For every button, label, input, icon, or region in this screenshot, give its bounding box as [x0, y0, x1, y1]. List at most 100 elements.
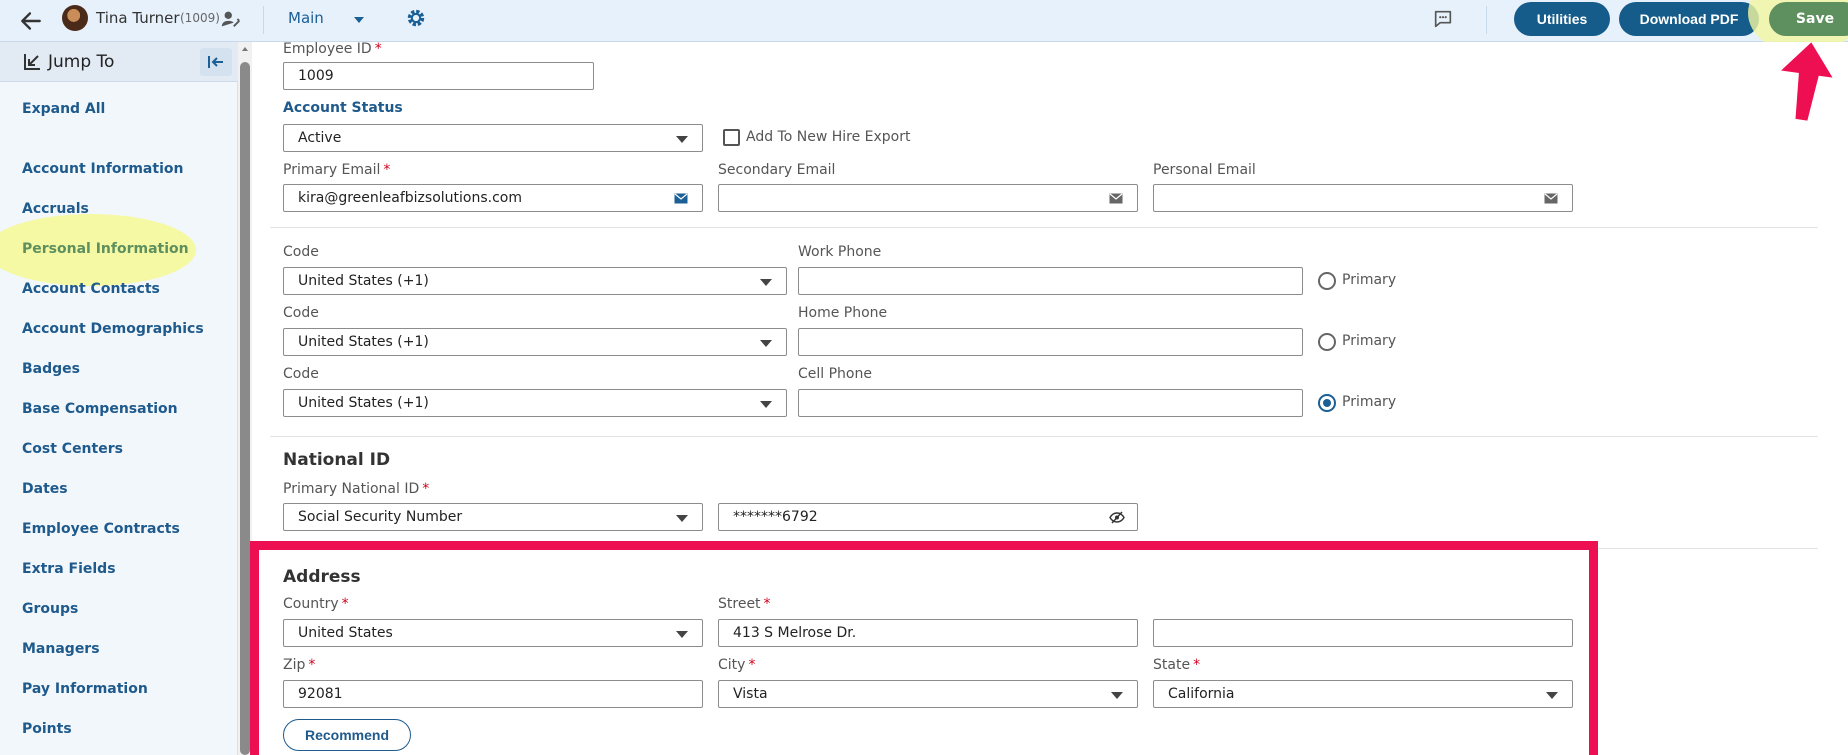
phone-code-label: Code — [283, 305, 319, 321]
zip-label: Zip * — [283, 657, 316, 673]
personal-email-label: Personal Email — [1153, 162, 1256, 178]
sidebar-item-base-compensation[interactable]: Base Compensation — [22, 401, 178, 417]
secondary-email-label: Secondary Email — [718, 162, 836, 178]
sidebar-item-employee-contracts[interactable]: Employee Contracts — [22, 521, 180, 537]
mail-icon[interactable] — [1544, 193, 1558, 204]
national-id-type-select[interactable]: Social Security Number — [283, 503, 703, 531]
state-label: State * — [1153, 657, 1201, 673]
sidebar-item-pay-information[interactable]: Pay Information — [22, 681, 148, 697]
new-hire-export-checkbox[interactable] — [723, 129, 740, 146]
view-selector[interactable]: Main — [288, 9, 324, 27]
save-button[interactable]: Save — [1769, 2, 1848, 36]
street-label: Street * — [718, 596, 771, 612]
home-phone-field[interactable] — [798, 328, 1303, 356]
primary-national-id-label: Primary National ID * — [283, 481, 430, 497]
primary-radio-label: Primary — [1342, 394, 1397, 410]
employee-id-label: Employee ID * — [283, 41, 382, 57]
recommend-button[interactable]: Recommend — [283, 719, 411, 751]
section-divider — [270, 436, 1818, 437]
primary-email-field[interactable]: kira@greenleafbizsolutions.com — [283, 184, 703, 212]
mail-icon[interactable] — [674, 193, 688, 204]
collapse-left-icon — [208, 56, 223, 68]
primary-radio-label: Primary — [1342, 272, 1397, 288]
city-value: Vista — [733, 686, 768, 702]
jump-to-title: Jump To — [48, 52, 115, 72]
sidebar-item-badges[interactable]: Badges — [22, 361, 80, 377]
account-status-label: Account Status — [283, 100, 403, 116]
national-id-value: *******6792 — [733, 509, 818, 525]
avatar — [62, 5, 88, 31]
account-status-select[interactable]: Active — [283, 124, 703, 152]
work-phone-code-select[interactable]: United States (+1) — [283, 267, 787, 295]
national-id-field[interactable]: *******6792 — [718, 503, 1138, 531]
mail-icon[interactable] — [1109, 193, 1123, 204]
caret-down-icon — [760, 279, 772, 286]
utilities-button[interactable]: Utilities — [1514, 2, 1610, 36]
top-bar: Tina Turner (1009) Main Utilities Downlo… — [0, 0, 1848, 54]
caret-down-icon — [760, 340, 772, 347]
address-highlight-box — [250, 541, 1598, 755]
sidebar-item-managers[interactable]: Managers — [22, 641, 100, 657]
expand-all-link[interactable]: Expand All — [22, 101, 105, 117]
caret-down-icon — [676, 515, 688, 522]
primary-email-value: kira@greenleafbizsolutions.com — [298, 190, 522, 206]
toolbar-divider — [1486, 6, 1487, 34]
country-label: Country * — [283, 596, 349, 612]
cell-phone-label: Cell Phone — [798, 366, 872, 382]
sidebar-item-extra-fields[interactable]: Extra Fields — [22, 561, 116, 577]
sidebar-item-points[interactable]: Points — [22, 721, 72, 737]
personal-email-field[interactable] — [1153, 184, 1573, 212]
collapse-sidebar-button[interactable] — [200, 48, 232, 76]
phone-code-label: Code — [283, 366, 319, 382]
new-hire-export-label: Add To New Hire Export — [746, 129, 911, 145]
home-phone-primary-radio[interactable] — [1318, 333, 1336, 351]
national-id-type-value: Social Security Number — [298, 509, 463, 525]
caret-down-icon — [676, 136, 688, 143]
sidebar-item-cost-centers[interactable]: Cost Centers — [22, 441, 123, 457]
comment-icon[interactable] — [1432, 8, 1454, 30]
sidebar-item-groups[interactable]: Groups — [22, 601, 78, 617]
address-title: Address — [283, 567, 361, 587]
sidebar-item-account-demographics[interactable]: Account Demographics — [22, 321, 204, 337]
back-arrow-icon[interactable] — [18, 8, 44, 34]
eye-slash-icon[interactable] — [1109, 511, 1125, 524]
city-label: City * — [718, 657, 756, 673]
scroll-up-icon[interactable] — [241, 44, 249, 54]
home-phone-code-select[interactable]: United States (+1) — [283, 328, 787, 356]
jump-to-header: Jump To — [0, 42, 238, 82]
sidebar-item-account-contacts[interactable]: Account Contacts — [22, 281, 160, 297]
caret-down-icon — [1111, 692, 1123, 699]
cell-phone-code-select[interactable]: United States (+1) — [283, 389, 787, 417]
scrollbar-thumb[interactable] — [240, 62, 250, 755]
street-field[interactable]: 413 S Melrose Dr. — [718, 619, 1138, 647]
sidebar-item-personal-information[interactable]: Personal Information — [22, 241, 189, 257]
national-id-title: National ID — [283, 450, 391, 470]
section-divider — [270, 227, 1818, 228]
country-value: United States — [298, 625, 393, 641]
jump-arrow-icon — [24, 54, 40, 70]
work-phone-field[interactable] — [798, 267, 1303, 295]
sidebar-item-dates[interactable]: Dates — [22, 481, 68, 497]
state-select[interactable]: California — [1153, 680, 1573, 708]
secondary-email-field[interactable] — [718, 184, 1138, 212]
cell-phone-primary-radio[interactable] — [1318, 394, 1336, 412]
sidebar-item-account-information[interactable]: Account Information — [22, 161, 183, 177]
phone-code-value: United States (+1) — [298, 334, 429, 350]
gear-icon[interactable] — [405, 7, 427, 29]
cell-phone-field[interactable] — [798, 389, 1303, 417]
chevron-down-icon[interactable] — [352, 13, 366, 27]
country-select[interactable]: United States — [283, 619, 703, 647]
work-phone-primary-radio[interactable] — [1318, 272, 1336, 290]
user-settings-icon[interactable] — [220, 8, 242, 30]
download-pdf-button[interactable]: Download PDF — [1619, 2, 1759, 36]
caret-down-icon — [1546, 692, 1558, 699]
zip-field[interactable]: 92081 — [283, 680, 703, 708]
caret-down-icon — [760, 401, 772, 408]
primary-email-label: Primary Email * — [283, 162, 391, 178]
sidebar-item-accruals[interactable]: Accruals — [22, 201, 89, 217]
jump-to-sidebar: Jump To Expand All Account Information A… — [0, 42, 238, 755]
street-line-2-field[interactable] — [1153, 619, 1573, 647]
city-select[interactable]: Vista — [718, 680, 1138, 708]
employee-id-field[interactable]: 1009 — [283, 62, 594, 90]
work-phone-label: Work Phone — [798, 244, 882, 260]
